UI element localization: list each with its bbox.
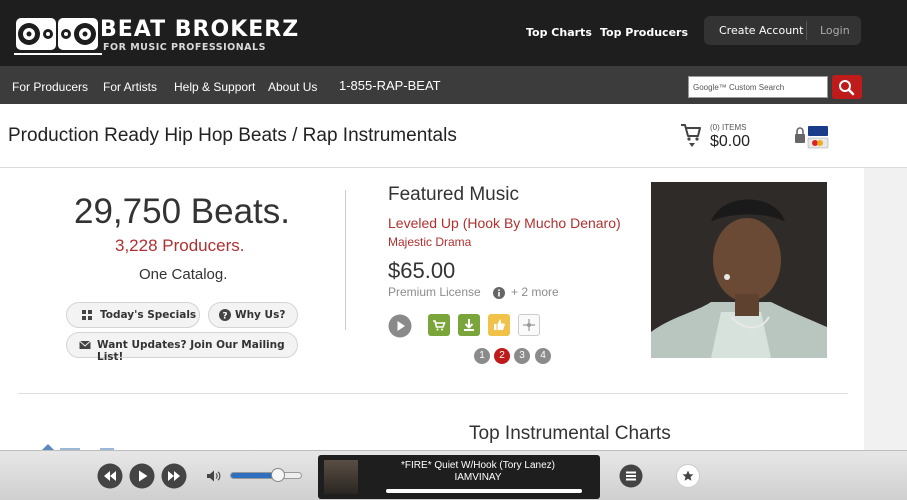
why-us-label: Why Us? bbox=[235, 309, 286, 321]
nav-for-artists[interactable]: For Artists bbox=[103, 80, 157, 94]
skip-back-icon[interactable] bbox=[97, 463, 123, 489]
shopping-cart-icon[interactable] bbox=[680, 122, 702, 148]
track-thumbnail[interactable] bbox=[324, 460, 358, 494]
volume-slider[interactable] bbox=[230, 472, 302, 479]
question-icon: ? bbox=[219, 309, 231, 321]
search-input[interactable]: Google™ Custom Search bbox=[688, 76, 828, 98]
now-playing-box: *FIRE* Quiet W/Hook (Tory Lanez) IAMVINA… bbox=[318, 455, 600, 499]
nav-about-us[interactable]: About Us bbox=[268, 80, 317, 94]
account-box: Create Account Login bbox=[704, 16, 861, 45]
add-to-cart-button[interactable] bbox=[428, 314, 450, 336]
section-divider bbox=[345, 190, 346, 330]
featured-heading: Featured Music bbox=[388, 184, 519, 205]
play-icon[interactable] bbox=[129, 463, 155, 489]
why-us-button[interactable]: ? Why Us? bbox=[208, 302, 298, 328]
todays-specials-label: Today's Specials bbox=[100, 309, 197, 321]
secure-payment-icon bbox=[795, 126, 829, 149]
main-nav: For Producers For Artists Help & Support… bbox=[0, 66, 907, 104]
top-producers-link[interactable]: Top Producers bbox=[600, 26, 688, 39]
phone-number: 1-855-RAP-BEAT bbox=[339, 78, 441, 93]
featured-artist-photo[interactable] bbox=[651, 182, 827, 358]
more-licenses-link[interactable]: + 2 more bbox=[511, 285, 559, 299]
featured-track-title[interactable]: Leveled Up (Hook By Mucho Denaro) bbox=[388, 215, 621, 231]
carousel-page-1[interactable]: 1 bbox=[474, 348, 490, 364]
house-icon bbox=[42, 444, 114, 450]
login-link[interactable]: Login bbox=[820, 24, 850, 37]
top-charts-link[interactable]: Top Charts bbox=[526, 26, 592, 39]
cart-item-count[interactable]: (0) ITEMS bbox=[710, 123, 746, 132]
download-icon bbox=[464, 319, 474, 331]
share-icon bbox=[523, 319, 535, 331]
horizontal-rule bbox=[18, 393, 848, 394]
top-header: BEAT BROKERZ FOR MUSIC PROFESSIONALS Top… bbox=[0, 0, 907, 66]
info-icon[interactable] bbox=[493, 287, 505, 299]
logo-subtitle: FOR MUSIC PROFESSIONALS bbox=[103, 42, 266, 53]
volume-handle[interactable] bbox=[271, 468, 286, 482]
volume-level bbox=[231, 473, 275, 478]
speakers-logo-icon[interactable] bbox=[14, 12, 104, 56]
download-button[interactable] bbox=[458, 314, 480, 336]
carousel-page-4[interactable]: 4 bbox=[535, 348, 551, 364]
nav-help-support[interactable]: Help & Support bbox=[174, 80, 255, 94]
cart-icon bbox=[433, 320, 446, 331]
page-title: Production Ready Hip Hop Beats / Rap Ins… bbox=[8, 125, 457, 146]
now-playing-title[interactable]: *FIRE* Quiet W/Hook (Tory Lanez) bbox=[368, 460, 588, 471]
like-button[interactable] bbox=[488, 314, 510, 336]
share-button[interactable] bbox=[518, 314, 540, 336]
grid-icon bbox=[82, 310, 92, 320]
now-playing-artist[interactable]: IAMVINAY bbox=[368, 472, 588, 483]
title-bar: Production Ready Hip Hop Beats / Rap Ins… bbox=[0, 104, 907, 168]
divider bbox=[806, 21, 807, 40]
producers-count[interactable]: 3,228 Producers. bbox=[115, 236, 244, 256]
mailing-list-label: Want Updates? Join Our Mailing List! bbox=[97, 339, 285, 363]
create-account-link[interactable]: Create Account bbox=[719, 24, 803, 37]
nav-for-producers[interactable]: For Producers bbox=[12, 80, 88, 94]
license-type: Premium License bbox=[388, 285, 481, 299]
menu-lines-icon[interactable] bbox=[619, 464, 643, 488]
featured-price: $65.00 bbox=[388, 258, 456, 283]
carousel-page-3[interactable]: 3 bbox=[514, 348, 530, 364]
top-charts-heading: Top Instrumental Charts bbox=[469, 423, 671, 444]
beats-count: 29,750 Beats. bbox=[74, 192, 290, 231]
mailing-list-button[interactable]: Want Updates? Join Our Mailing List! bbox=[66, 332, 298, 363]
skip-forward-icon[interactable] bbox=[161, 463, 187, 489]
catalog-text: One Catalog. bbox=[139, 266, 228, 283]
svg-text:?: ? bbox=[222, 312, 227, 322]
cart-total[interactable]: $0.00 bbox=[710, 133, 750, 151]
envelope-icon bbox=[79, 340, 91, 349]
artist-photo-image bbox=[651, 182, 827, 358]
search-button[interactable] bbox=[832, 75, 862, 99]
audio-player: *FIRE* Quiet W/Hook (Tory Lanez) IAMVINA… bbox=[0, 450, 907, 500]
search-icon bbox=[839, 80, 855, 96]
thumbs-up-icon bbox=[494, 319, 505, 330]
featured-artist[interactable]: Majestic Drama bbox=[388, 235, 471, 249]
side-shade bbox=[864, 168, 907, 450]
speaker-icon[interactable] bbox=[206, 469, 222, 483]
track-progress-bar[interactable] bbox=[386, 489, 582, 493]
logo-title[interactable]: BEAT BROKERZ bbox=[100, 17, 299, 42]
star-icon[interactable] bbox=[676, 464, 700, 488]
main-content: 29,750 Beats. 3,228 Producers. One Catal… bbox=[0, 168, 907, 450]
play-icon[interactable] bbox=[388, 314, 412, 338]
todays-specials-button[interactable]: Today's Specials bbox=[66, 302, 200, 328]
carousel-page-2[interactable]: 2 bbox=[494, 348, 510, 364]
